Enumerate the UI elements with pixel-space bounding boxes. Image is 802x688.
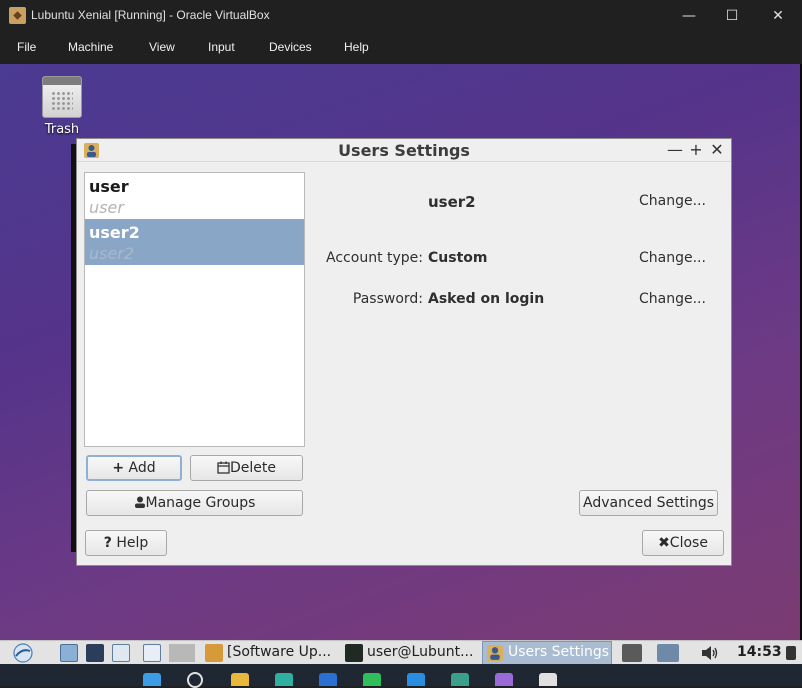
file-explorer-icon[interactable]: [231, 673, 249, 686]
user-list-item-selected[interactable]: user2 user2: [85, 219, 304, 265]
menu-help[interactable]: Help: [344, 40, 369, 54]
close-icon: ✖: [658, 535, 670, 551]
windows-start-icon[interactable]: [143, 673, 161, 686]
users-settings-dialog: Users Settings — + ✕ user user user2 use…: [76, 138, 732, 566]
add-user-button-label: Add: [128, 460, 156, 476]
close-dialog-button-label: Close: [669, 535, 708, 551]
advanced-settings-button-label: Advanced Settings: [582, 495, 715, 511]
logout-icon[interactable]: [786, 646, 796, 660]
vscode-icon[interactable]: [407, 673, 425, 686]
user-name: user2: [89, 223, 140, 242]
trash-label: Trash: [44, 122, 80, 137]
dialog-close-button[interactable]: ✕: [709, 140, 725, 159]
menu-machine[interactable]: Machine: [68, 40, 113, 54]
selected-user-name: user2: [428, 193, 476, 211]
battery-icon[interactable]: [622, 644, 642, 662]
guest-desktop: Trash Users Settings — + ✕ user user use…: [0, 64, 802, 640]
menu-devices[interactable]: Devices: [269, 40, 312, 54]
dialog-titlebar[interactable]: Users Settings — + ✕: [77, 139, 731, 162]
add-user-button[interactable]: + Add: [86, 455, 182, 481]
delete-icon: [217, 461, 230, 474]
taskbar-item-software-updater[interactable]: [Software Up...: [227, 641, 335, 665]
whatsapp-icon[interactable]: [363, 673, 381, 686]
close-window-button[interactable]: ✕: [763, 6, 793, 26]
file-manager-icon[interactable]: [60, 644, 78, 662]
delete-user-button-label: Delete: [230, 460, 276, 476]
person-icon: [134, 496, 145, 508]
taskbar-item-terminal[interactable]: user@Lubunt...: [367, 641, 479, 665]
taskbar-item-users-settings[interactable]: Users Settings: [508, 641, 612, 665]
virtualbox-app-icon: [9, 7, 26, 24]
menu-view[interactable]: View: [149, 40, 175, 54]
vbox-menubar: File Machine View Input Devices Help: [0, 32, 802, 64]
dialog-minimize-button[interactable]: —: [667, 140, 683, 159]
close-dialog-button[interactable]: ✖Close: [642, 530, 724, 556]
password-value: Asked on login: [428, 291, 545, 307]
desktop-2-icon[interactable]: [169, 644, 195, 662]
volume-icon[interactable]: [700, 645, 720, 661]
guest-taskbar: [Software Up... user@Lubunt... Users Set…: [0, 640, 802, 665]
change-account-type-link[interactable]: Change...: [639, 250, 706, 266]
window-switcher-icon[interactable]: [112, 644, 130, 662]
delete-user-button[interactable]: Delete: [190, 455, 303, 481]
start-menu-icon[interactable]: [12, 643, 34, 663]
advanced-settings-button[interactable]: Advanced Settings: [579, 490, 718, 516]
window-title: Lubuntu Xenial [Running] - Oracle Virtua…: [31, 8, 270, 22]
maximize-button[interactable]: ☐: [717, 6, 747, 26]
terminal-icon: [345, 644, 363, 662]
edge-icon[interactable]: [275, 673, 293, 686]
outlook-icon[interactable]: [319, 673, 337, 686]
user-list[interactable]: user user user2 user2: [84, 172, 305, 447]
vbox-titlebar: Lubuntu Xenial [Running] - Oracle Virtua…: [0, 0, 802, 32]
user-name: user: [89, 177, 129, 196]
change-name-link[interactable]: Change...: [639, 193, 706, 209]
password-label: Password:: [352, 291, 423, 307]
network-status-icon[interactable]: [657, 644, 679, 662]
software-updater-icon: [205, 644, 223, 662]
manage-groups-button-label: Manage Groups: [145, 495, 256, 511]
obsidian-icon[interactable]: [495, 673, 513, 686]
change-password-link[interactable]: Change...: [639, 291, 706, 307]
help-button[interactable]: ? Help: [85, 530, 167, 556]
app-icon[interactable]: [451, 673, 469, 686]
minimize-button[interactable]: —: [674, 6, 704, 26]
dialog-maximize-button[interactable]: +: [688, 140, 704, 159]
trash-icon: [42, 76, 82, 118]
host-taskbar: [0, 664, 802, 688]
dialog-title: Users Settings: [338, 141, 470, 160]
help-icon: ?: [103, 535, 112, 551]
menu-file[interactable]: File: [17, 40, 36, 54]
account-type-value: Custom: [428, 250, 488, 266]
plus-icon: +: [112, 460, 125, 476]
user-list-item[interactable]: user user: [85, 173, 304, 219]
virtualbox-taskbar-icon[interactable]: [539, 673, 557, 686]
network-icon[interactable]: [86, 644, 104, 662]
users-settings-taskbar-icon: [487, 645, 503, 661]
account-type-label: Account type:: [326, 250, 423, 266]
help-button-label: Help: [116, 535, 149, 551]
clock[interactable]: 14:53: [737, 641, 782, 665]
desktop-1-icon[interactable]: [143, 644, 161, 662]
user-full-name: user: [89, 198, 124, 217]
trash-desktop-icon[interactable]: Trash: [36, 76, 88, 137]
menu-input[interactable]: Input: [208, 40, 235, 54]
manage-groups-button[interactable]: Manage Groups: [86, 490, 303, 516]
user-full-name: user2: [89, 244, 135, 263]
